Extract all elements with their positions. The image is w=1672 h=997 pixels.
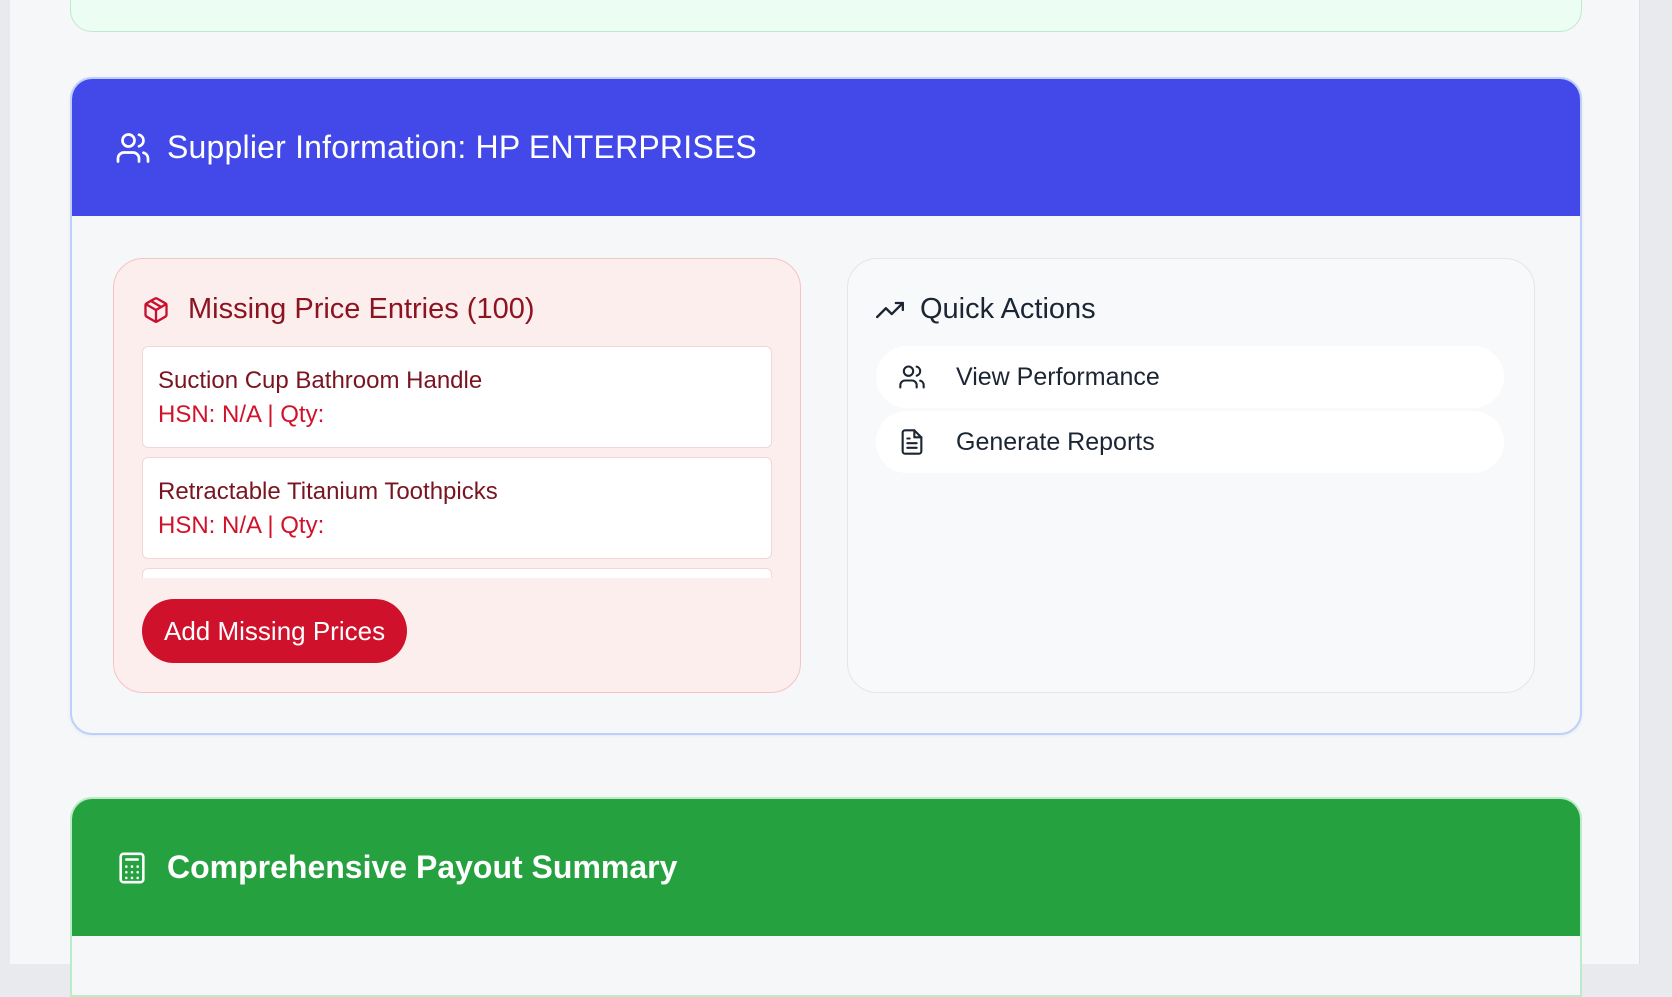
package-icon bbox=[142, 295, 172, 325]
missing-price-heading-text: Missing Price Entries (100) bbox=[188, 293, 535, 325]
missing-price-entries-panel: Missing Price Entries (100) Suction Cup … bbox=[113, 258, 801, 693]
supplier-information-card: Supplier Information: HP ENTERPRISES Mis… bbox=[70, 77, 1582, 735]
item-name: Suction Cup Bathroom Handle bbox=[158, 367, 483, 394]
view-performance-button[interactable]: View Performance bbox=[876, 346, 1504, 408]
supplier-title: Supplier Information: HP ENTERPRISES bbox=[167, 129, 757, 165]
trending-up-icon bbox=[876, 295, 906, 325]
add-missing-prices-button[interactable]: Add Missing Prices bbox=[142, 599, 408, 663]
calculator-icon bbox=[115, 849, 153, 887]
users-icon bbox=[898, 362, 928, 392]
supplier-header: Supplier Information: HP ENTERPRISES bbox=[72, 79, 1580, 216]
item-name: Retractable Titanium Toothpicks bbox=[158, 478, 498, 505]
payout-title: Comprehensive Payout Summary bbox=[167, 849, 678, 885]
view-performance-label: View Performance bbox=[956, 362, 1160, 391]
list-item-partial bbox=[142, 568, 772, 578]
file-text-icon bbox=[898, 427, 928, 457]
quick-actions-heading: Quick Actions bbox=[876, 293, 1096, 326]
previous-section-card bbox=[70, 0, 1582, 32]
missing-price-list[interactable]: Suction Cup Bathroom Handle HSN: N/A | Q… bbox=[142, 346, 774, 578]
payout-header: Comprehensive Payout Summary bbox=[72, 799, 1580, 936]
payout-summary-card: Comprehensive Payout Summary bbox=[70, 797, 1582, 997]
users-icon bbox=[115, 129, 153, 167]
page-content: Supplier Information: HP ENTERPRISES Mis… bbox=[10, 0, 1640, 997]
missing-price-heading: Missing Price Entries (100) bbox=[142, 293, 535, 326]
list-item: Retractable Titanium Toothpicks HSN: N/A… bbox=[142, 457, 772, 559]
quick-actions-heading-text: Quick Actions bbox=[920, 293, 1096, 325]
generate-reports-label: Generate Reports bbox=[956, 427, 1155, 456]
generate-reports-button[interactable]: Generate Reports bbox=[876, 411, 1504, 473]
item-meta: HSN: N/A | Qty: bbox=[158, 512, 325, 539]
quick-actions-panel: Quick Actions View Performance Generate … bbox=[847, 258, 1535, 693]
item-meta: HSN: N/A | Qty: bbox=[158, 401, 325, 428]
list-item: Suction Cup Bathroom Handle HSN: N/A | Q… bbox=[142, 346, 772, 448]
